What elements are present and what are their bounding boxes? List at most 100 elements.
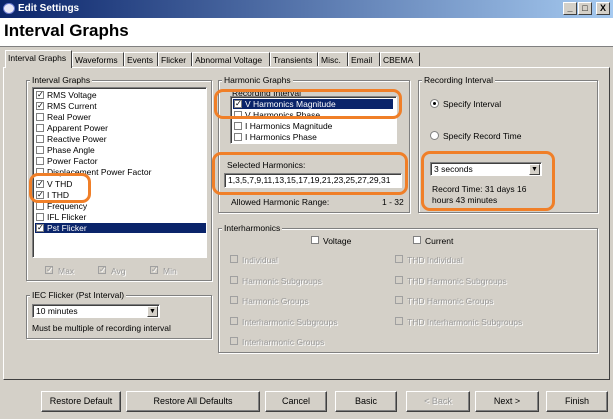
tab-flicker[interactable]: Flicker xyxy=(158,52,192,66)
individual-checkbox xyxy=(230,255,238,263)
list-item[interactable]: I Harmonics Magnitude xyxy=(233,121,332,131)
tab-email[interactable]: Email xyxy=(348,52,380,66)
tab-transients[interactable]: Transients xyxy=(270,52,318,66)
voltage-label[interactable]: Voltage xyxy=(323,236,351,246)
list-item[interactable]: I Harmonics Phase xyxy=(233,132,317,142)
tab-misc[interactable]: Misc. xyxy=(318,52,348,66)
minimize-button[interactable]: _ xyxy=(563,2,577,15)
page-title: Interval Graphs xyxy=(4,21,129,40)
interharmonic-groups-label: Interharmonic Groups xyxy=(242,337,325,347)
min-label: Min xyxy=(163,266,177,276)
specify-interval-radio[interactable] xyxy=(430,99,439,108)
list-item[interactable]: Power Factor xyxy=(35,156,98,166)
chevron-down-icon[interactable]: ▼ xyxy=(147,306,158,317)
checkbox-v-thd[interactable]: ✓ xyxy=(36,180,44,188)
list-item[interactable]: ✓ I THD xyxy=(35,190,69,200)
avg-label: Avg xyxy=(111,266,126,276)
interharmonic-subgroups-checkbox xyxy=(230,317,238,325)
restore-all-defaults-button[interactable]: Restore All Defaults xyxy=(126,391,260,412)
finish-button[interactable]: Finish xyxy=(546,391,608,412)
interharmonics-group-label: Interharmonics xyxy=(222,223,283,233)
list-item[interactable]: V Harmonics Phase xyxy=(233,110,320,120)
list-item[interactable]: ✓ V THD xyxy=(35,179,72,189)
app-icon xyxy=(3,3,15,14)
specify-record-time-label[interactable]: Specify Record Time xyxy=(443,131,521,141)
checkbox-i-thd[interactable]: ✓ xyxy=(36,191,44,199)
checkbox-i-harmonics-phase[interactable] xyxy=(234,133,242,141)
harmonic-groups-checkbox xyxy=(230,296,238,304)
cancel-button[interactable]: Cancel xyxy=(265,391,327,412)
individual-label: Individual xyxy=(242,255,278,265)
min-checkbox: ✓ xyxy=(150,265,158,274)
current-checkbox[interactable] xyxy=(413,236,421,244)
specify-interval-label[interactable]: Specify Interval xyxy=(443,99,501,109)
checkbox-apparent-power[interactable] xyxy=(36,124,44,132)
harmonic-graphs-list[interactable]: ✓ V Harmonics Magnitude V Harmonics Phase… xyxy=(230,96,397,144)
interval-select[interactable]: 3 seconds ▼ xyxy=(430,162,542,176)
list-item[interactable]: ✓ Pst Flicker xyxy=(35,223,206,233)
record-time-line1: Record Time: 31 days 16 xyxy=(432,184,527,194)
allowed-range-value: 1 - 32 xyxy=(382,197,404,207)
thd-harmonic-groups-checkbox xyxy=(395,296,403,304)
title-bar[interactable]: Edit Settings _ □ X xyxy=(0,0,613,18)
checkbox-displacement-power-factor[interactable] xyxy=(36,168,44,176)
chevron-down-icon[interactable]: ▼ xyxy=(529,164,540,175)
thd-harmonic-groups-label: THD Harmonic Groups xyxy=(407,296,494,306)
checkbox-reactive-power[interactable] xyxy=(36,135,44,143)
thd-harmonic-subgroups-label: THD Harmonic Subgroups xyxy=(407,276,507,286)
restore-default-button[interactable]: Restore Default xyxy=(41,391,121,412)
pst-interval-select[interactable]: 10 minutes ▼ xyxy=(32,304,160,318)
harmonic-groups-label: Harmonic Groups xyxy=(242,296,309,306)
thd-individual-checkbox xyxy=(395,255,403,263)
tab-interval-graphs[interactable]: Interval Graphs xyxy=(5,50,72,68)
specify-record-time-radio[interactable] xyxy=(430,131,439,140)
thd-interharmonic-subgroups-label: THD Interharmonic Subgroups xyxy=(407,317,523,327)
back-button[interactable]: < Back xyxy=(406,391,470,412)
checkbox-v-harmonics-magnitude[interactable]: ✓ xyxy=(234,100,242,108)
basic-button[interactable]: Basic xyxy=(335,391,397,412)
pst-interval-note: Must be multiple of recording interval xyxy=(32,323,171,333)
next-button[interactable]: Next > xyxy=(475,391,539,412)
current-label[interactable]: Current xyxy=(425,236,453,246)
window-title: Edit Settings xyxy=(18,3,80,14)
voltage-checkbox[interactable] xyxy=(311,236,319,244)
list-item[interactable]: Displacement Power Factor xyxy=(35,167,151,177)
checkbox-pst-flicker[interactable]: ✓ xyxy=(36,224,44,232)
max-label: Max xyxy=(58,266,75,276)
checkbox-frequency[interactable] xyxy=(36,202,44,210)
thd-interharmonic-subgroups-checkbox xyxy=(395,317,403,325)
tab-waveforms[interactable]: Waveforms xyxy=(72,52,124,66)
thd-harmonic-subgroups-checkbox xyxy=(395,276,403,284)
maximize-button[interactable]: □ xyxy=(578,2,592,15)
checkbox-i-harmonics-magnitude[interactable] xyxy=(234,122,242,130)
list-item[interactable]: Apparent Power xyxy=(35,123,108,133)
checkbox-ifl-flicker[interactable] xyxy=(36,213,44,221)
checkbox-power-factor[interactable] xyxy=(36,157,44,165)
checkbox-rms-current[interactable]: ✓ xyxy=(36,102,44,110)
interharmonic-groups-checkbox xyxy=(230,337,238,345)
list-item[interactable]: Reactive Power xyxy=(35,134,107,144)
tab-cbema[interactable]: CBEMA xyxy=(380,52,420,66)
list-item[interactable]: Real Power xyxy=(35,112,91,122)
checkbox-real-power[interactable] xyxy=(36,113,44,121)
record-time-line2: hours 43 minutes xyxy=(432,195,498,205)
list-item[interactable]: ✓ RMS Voltage xyxy=(35,90,97,100)
page-header: Interval Graphs xyxy=(0,18,613,47)
close-button[interactable]: X xyxy=(596,2,610,15)
avg-checkbox: ✓ xyxy=(98,265,106,274)
checkbox-phase-angle[interactable] xyxy=(36,146,44,154)
list-item[interactable]: ✓ V Harmonics Magnitude xyxy=(233,99,393,109)
list-item[interactable]: IFL Flicker xyxy=(35,212,86,222)
interval-graphs-list[interactable]: ✓ RMS Voltage ✓ RMS Current Real Power App… xyxy=(32,87,207,258)
tab-abnormal-voltage[interactable]: Abnormal Voltage xyxy=(192,52,270,66)
selected-harmonics-input[interactable]: 1,3,5,7,9,11,13,15,17,19,21,23,25,27,29,… xyxy=(224,173,402,188)
checkbox-rms-voltage[interactable]: ✓ xyxy=(36,91,44,99)
checkbox-v-harmonics-phase[interactable] xyxy=(234,111,242,119)
list-item[interactable]: Frequency xyxy=(35,201,87,211)
interval-graphs-group-label: Interval Graphs xyxy=(30,75,93,85)
interharmonic-subgroups-label: Interharmonic Subgroups xyxy=(242,317,338,327)
list-item[interactable]: ✓ RMS Current xyxy=(35,101,97,111)
tab-events[interactable]: Events xyxy=(124,52,158,66)
interharmonics-group xyxy=(218,228,598,353)
list-item[interactable]: Phase Angle xyxy=(35,145,95,155)
